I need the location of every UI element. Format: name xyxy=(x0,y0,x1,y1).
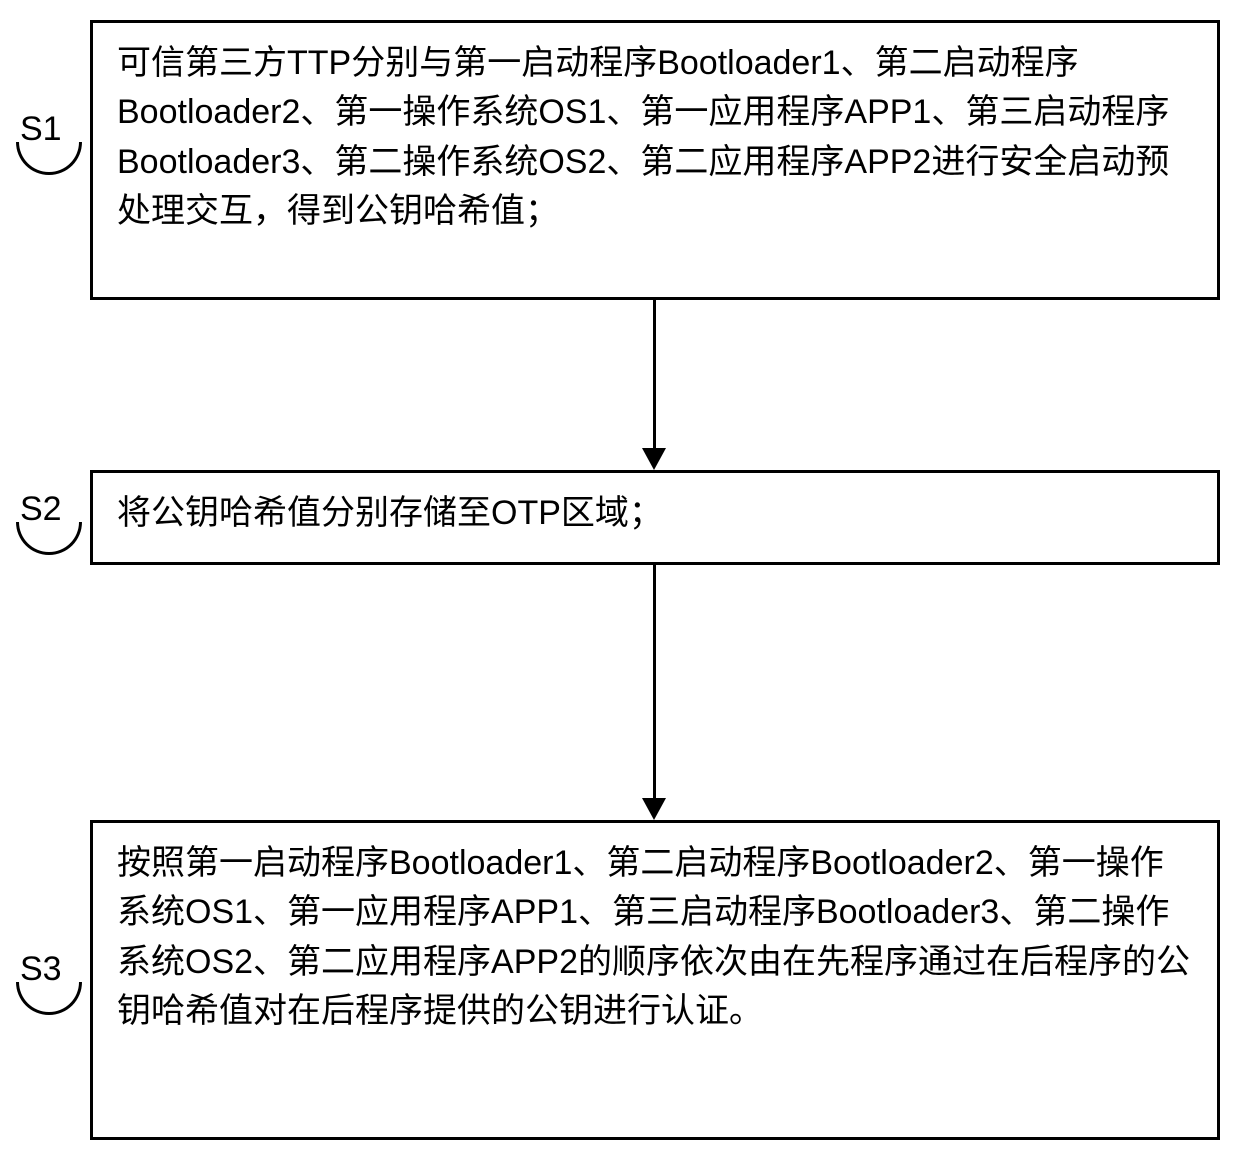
step-text-s1: 可信第三方TTP分别与第一启动程序Bootloader1、第二启动程序Bootl… xyxy=(117,44,1169,230)
step-box-s3: 按照第一启动程序Bootloader1、第二启动程序Bootloader2、第一… xyxy=(90,820,1220,1140)
step-text-s2: 将公钥哈希值分别存储至OTP区域； xyxy=(117,494,663,532)
step-text-s3: 按照第一启动程序Bootloader1、第二启动程序Bootloader2、第一… xyxy=(117,844,1190,1030)
step-arc-s2 xyxy=(16,522,82,555)
step-arc-s3 xyxy=(16,982,82,1015)
arrow-head-s1-s2 xyxy=(642,448,666,470)
arrow-head-s2-s3 xyxy=(642,798,666,820)
arrow-s2-s3 xyxy=(653,565,656,800)
step-box-s1: 可信第三方TTP分别与第一启动程序Bootloader1、第二启动程序Bootl… xyxy=(90,20,1220,300)
step-arc-s1 xyxy=(16,142,82,175)
arrow-s1-s2 xyxy=(653,300,656,450)
flowchart-canvas: S1 可信第三方TTP分别与第一启动程序Bootloader1、第二启动程序Bo… xyxy=(0,0,1240,1166)
step-box-s2: 将公钥哈希值分别存储至OTP区域； xyxy=(90,470,1220,565)
